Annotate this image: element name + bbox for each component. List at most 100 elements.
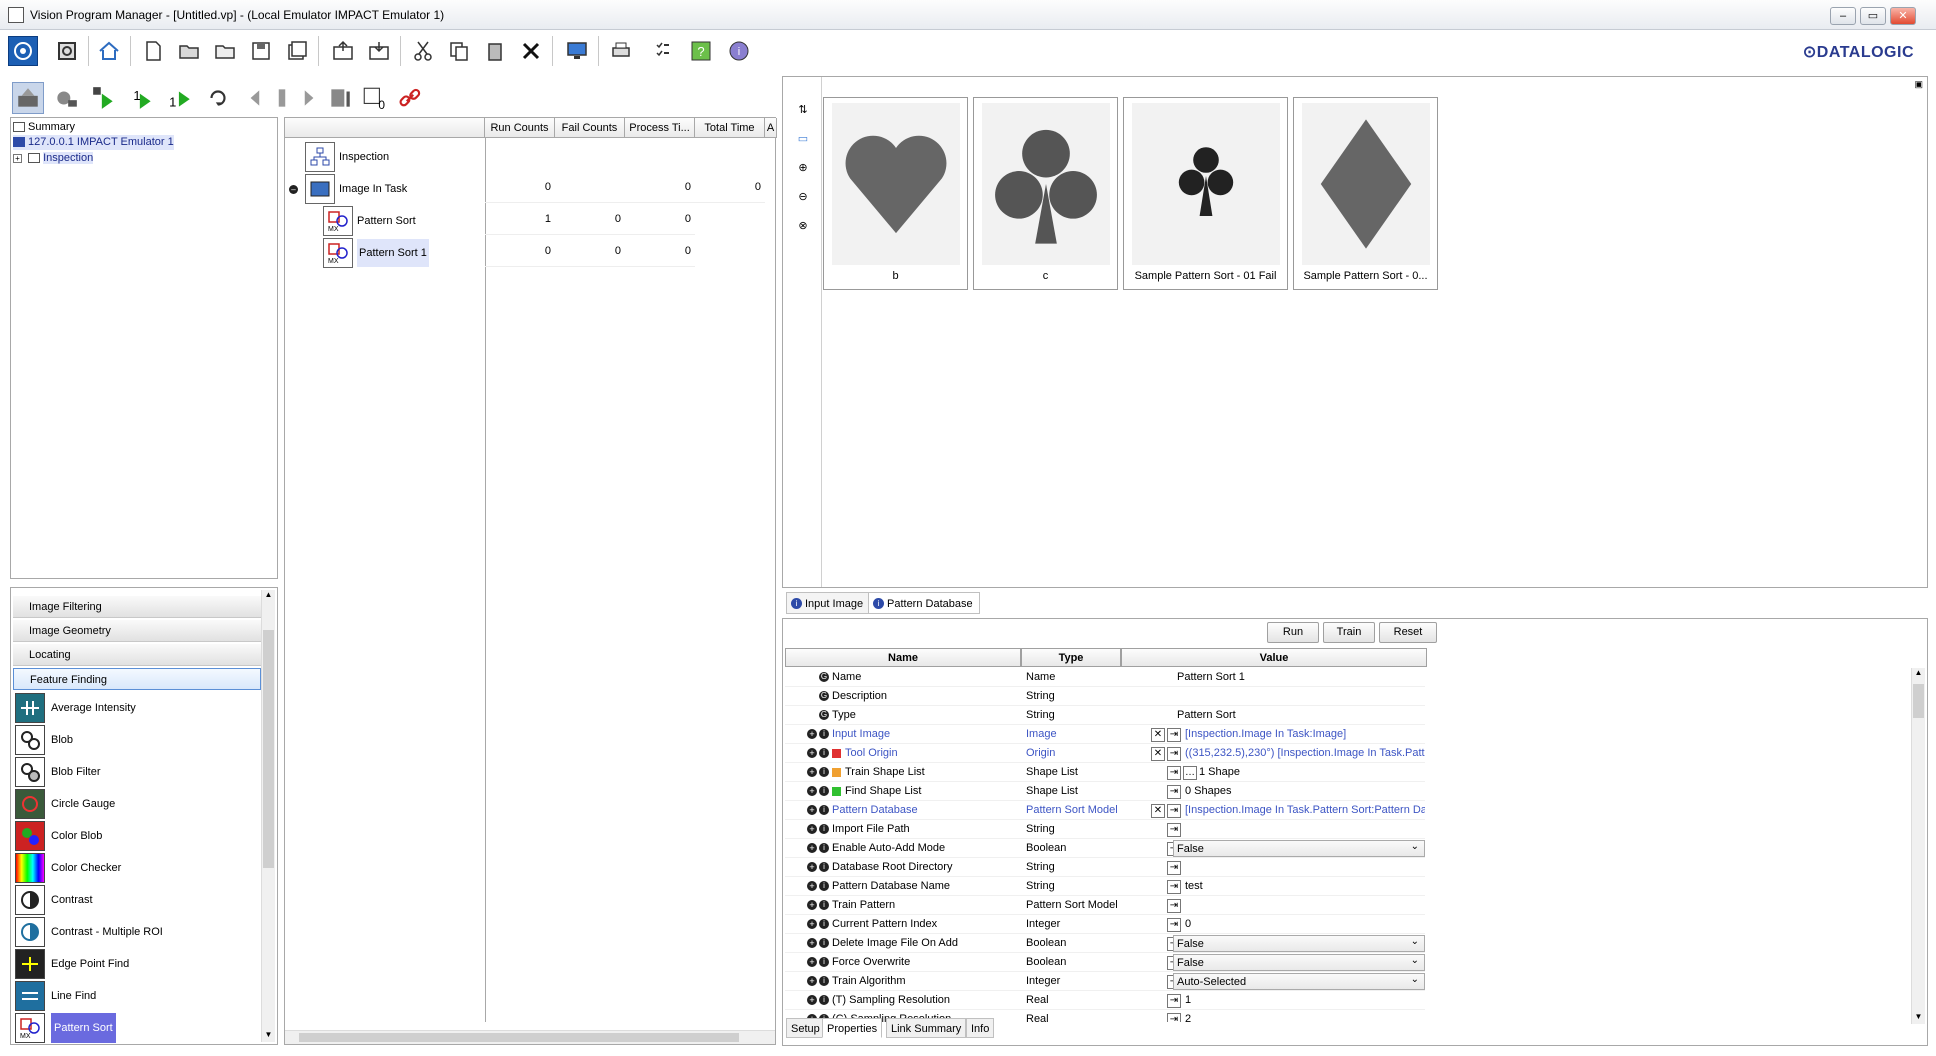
link-arrow-icon[interactable]: ⇥	[1167, 728, 1181, 742]
new-file-icon[interactable]	[138, 36, 168, 66]
tool-color-checker[interactable]: Color Checker	[15, 852, 259, 884]
sort-icon[interactable]: ⇅	[793, 99, 813, 119]
node-pattern-sort-1[interactable]: MX Pattern Sort 1	[323, 238, 429, 268]
edit-mode-icon[interactable]	[12, 82, 44, 114]
browse-button[interactable]: …	[1183, 766, 1197, 780]
category-image-geometry[interactable]: Image Geometry	[13, 620, 261, 642]
expand-icon[interactable]: +	[807, 995, 817, 1005]
thumbnail[interactable]: b	[823, 97, 968, 290]
download-icon[interactable]	[364, 36, 394, 66]
link-arrow-icon[interactable]: ⇥	[1167, 918, 1181, 932]
run-mode-icon[interactable]	[50, 82, 82, 114]
expand-icon[interactable]: +	[807, 862, 817, 872]
zoom-reset-icon[interactable]: ⊗	[793, 215, 813, 235]
property-row[interactable]: +iDelete Image File On AddBoolean⇥False⌄	[785, 934, 1425, 953]
toolbox-scrollbar[interactable]: ▲ ▼	[261, 590, 275, 1042]
frames-icon[interactable]	[324, 82, 356, 114]
expand-icon[interactable]: +	[807, 881, 817, 891]
train-button[interactable]: Train	[1323, 622, 1375, 643]
reset-counters-icon[interactable]: 0	[358, 82, 390, 114]
collapse-icon[interactable]: –	[289, 184, 298, 194]
link-arrow-icon[interactable]: ⇥	[1167, 861, 1181, 875]
open-folder-icon[interactable]	[174, 36, 204, 66]
thumbnail[interactable]: Sample Pattern Sort - 0...	[1293, 97, 1438, 290]
expand-icon[interactable]: +	[807, 957, 817, 967]
property-row[interactable]: + i Train Shape List Shape List ⇥… 1 Shape	[785, 763, 1425, 782]
scroll-thumb[interactable]	[1913, 684, 1924, 718]
run-once-icon[interactable]	[88, 82, 120, 114]
tool-blob[interactable]: Blob	[15, 724, 259, 756]
tool-edge-point-find[interactable]: Edge Point Find	[15, 948, 259, 980]
expand-icon[interactable]: +	[807, 938, 817, 948]
checklist-icon[interactable]	[648, 36, 678, 66]
grid-header-process-time[interactable]: Process Ti...	[625, 118, 695, 138]
node-pattern-sort[interactable]: MX Pattern Sort	[323, 206, 416, 236]
tool-contrast-multiple-roi[interactable]: Contrast - Multiple ROI	[15, 916, 259, 948]
cut-icon[interactable]	[408, 36, 438, 66]
property-row[interactable]: G Type String Pattern Sort	[785, 706, 1425, 725]
info-icon[interactable]: i	[724, 36, 754, 66]
grid-header-a[interactable]: A	[765, 118, 777, 138]
tab-pattern-database[interactable]: i Pattern Database	[868, 592, 980, 614]
tree-item-emulator[interactable]: 127.0.0.1 IMPACT Emulator 1	[13, 135, 174, 150]
link-arrow-icon[interactable]: ⇥	[1167, 804, 1181, 818]
node-image-in-task[interactable]: – Image In Task	[289, 174, 407, 204]
expand-icon[interactable]: +	[807, 786, 817, 796]
tab-info[interactable]: Info	[966, 1018, 995, 1038]
scroll-down-icon[interactable]: ▼	[1913, 1012, 1924, 1024]
loop-icon[interactable]	[202, 82, 234, 114]
tab-setup[interactable]: Setup	[786, 1018, 825, 1038]
minimize-button[interactable]: –	[1830, 7, 1856, 25]
home-icon[interactable]	[94, 36, 124, 66]
expand-icon[interactable]: +	[807, 900, 817, 910]
link-arrow-icon[interactable]: ⇥	[1167, 785, 1181, 799]
property-row[interactable]: + i Tool Origin Origin ✕ ⇥ ((315,232.5),230°) …	[785, 744, 1425, 763]
category-image-filtering[interactable]: Image Filtering	[13, 596, 261, 618]
col-header-name[interactable]: Name	[785, 648, 1021, 667]
property-row[interactable]: +iForce OverwriteBoolean⇥False⌄	[785, 953, 1425, 972]
link-arrow-icon[interactable]: ⇥	[1167, 899, 1181, 913]
grid-header-run-counts[interactable]: Run Counts	[485, 118, 555, 138]
thumbnail[interactable]: c	[973, 97, 1118, 290]
grid-header-fail-counts[interactable]: Fail Counts	[555, 118, 625, 138]
tool-line-find[interactable]: Line Find	[15, 980, 259, 1012]
zoom-in-icon[interactable]: ⊕	[793, 157, 813, 177]
reset-button[interactable]: Reset	[1379, 622, 1437, 643]
unlink-icon[interactable]: ✕	[1151, 728, 1165, 742]
props-scrollbar[interactable]: ▲ ▼	[1911, 668, 1925, 1024]
maximize-button[interactable]: ▭	[1860, 7, 1886, 25]
tool-contrast[interactable]: Contrast	[15, 884, 259, 916]
delete-icon[interactable]	[516, 36, 546, 66]
property-row[interactable]: + i Find Shape List Shape List ⇥ 0 Shapes	[785, 782, 1425, 801]
tree-item-summary[interactable]: Summary	[13, 120, 75, 135]
close-button[interactable]: ✕	[1890, 7, 1916, 25]
tab-link-summary[interactable]: Link Summary	[886, 1018, 967, 1038]
expand-icon[interactable]: +	[807, 767, 817, 777]
link-arrow-icon[interactable]: ⇥	[1167, 994, 1181, 1008]
property-row[interactable]: + i Import File Path String ⇥	[785, 820, 1425, 839]
property-row[interactable]: G Name Name Pattern Sort 1	[785, 668, 1425, 687]
expand-icon[interactable]: +	[807, 824, 817, 834]
property-row[interactable]: + i Current Pattern Index Integer ⇥ 0	[785, 915, 1425, 934]
tool-circle-gauge[interactable]: Circle Gauge	[15, 788, 259, 820]
property-row[interactable]: +iEnable Auto-Add ModeBoolean⇥False⌄	[785, 839, 1425, 858]
tree-item-inspection[interactable]: + Inspection	[13, 151, 94, 166]
camera-icon[interactable]	[8, 36, 38, 66]
tab-input-image[interactable]: i Input Image	[786, 592, 871, 614]
run-button[interactable]: Run	[1267, 622, 1319, 643]
expand-icon[interactable]: +	[13, 153, 22, 163]
upload-icon[interactable]	[328, 36, 358, 66]
property-row[interactable]: + i Input Image Image ✕ ⇥ [Inspection.Image In…	[785, 725, 1425, 744]
category-locating[interactable]: Locating	[13, 644, 261, 666]
folder-icon[interactable]	[210, 36, 240, 66]
zoom-out-icon[interactable]: ⊖	[793, 186, 813, 206]
run-step-icon[interactable]: 1	[126, 82, 158, 114]
print-icon[interactable]	[606, 36, 636, 66]
link-arrow-icon[interactable]: ⇥	[1167, 880, 1181, 894]
value-dropdown[interactable]: False ⌄	[1173, 935, 1425, 952]
expand-icon[interactable]: +	[807, 748, 817, 758]
paste-icon[interactable]	[480, 36, 510, 66]
tool-color-blob[interactable]: Color Blob	[15, 820, 259, 852]
scroll-up-icon[interactable]: ▲	[1913, 668, 1924, 680]
save-icon[interactable]	[246, 36, 276, 66]
